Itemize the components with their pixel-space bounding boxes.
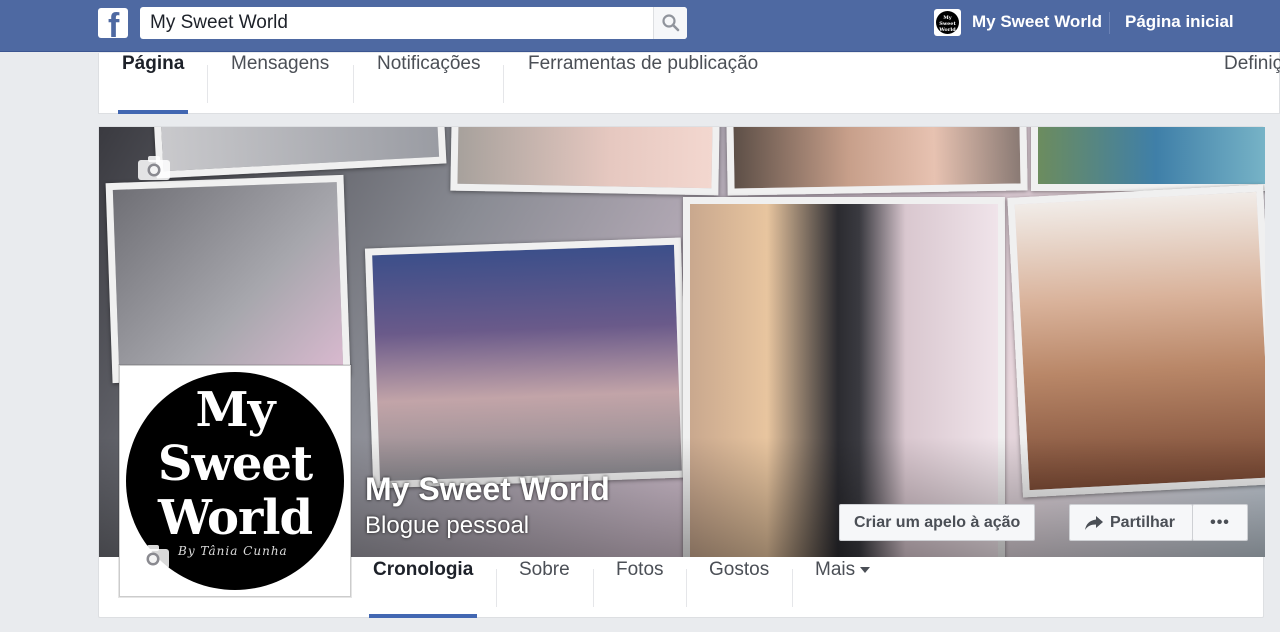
logo-text: Sweet bbox=[157, 436, 313, 492]
page-title: My Sweet World bbox=[365, 471, 610, 507]
divider bbox=[686, 569, 687, 607]
search-icon bbox=[662, 14, 680, 32]
page-admin-tabs: Página Mensagens Notificações Ferramenta… bbox=[98, 53, 1280, 114]
more-options-button[interactable]: ••• bbox=[1192, 504, 1248, 541]
tab-mais[interactable]: Mais bbox=[815, 559, 871, 617]
search-box bbox=[140, 7, 687, 39]
tab-gostos[interactable]: Gostos bbox=[709, 559, 769, 617]
divider bbox=[1109, 12, 1110, 34]
search-input[interactable] bbox=[140, 7, 650, 39]
collage-photo bbox=[105, 174, 351, 384]
tab-mais-label: Mais bbox=[815, 559, 856, 580]
tab-notificacoes[interactable]: Notificações bbox=[377, 53, 481, 113]
tab-fotos[interactable]: Fotos bbox=[616, 559, 664, 617]
camera-icon[interactable] bbox=[137, 155, 171, 181]
tab-mensagens[interactable]: Mensagens bbox=[231, 53, 329, 113]
page-header: My Sweet World Blogue pessoal Criar um a… bbox=[98, 126, 1265, 618]
collage-photo bbox=[726, 127, 1028, 196]
tab-pagina[interactable]: Página bbox=[117, 53, 189, 114]
tab-sobre[interactable]: Sobre bbox=[519, 559, 570, 617]
logo-signature: By Tânia Cunha bbox=[178, 544, 288, 558]
page-category: Blogue pessoal bbox=[365, 512, 530, 539]
divider bbox=[496, 569, 497, 607]
tab-definicoes[interactable]: Definiç bbox=[1224, 53, 1280, 113]
page-name-link[interactable]: My Sweet World bbox=[972, 12, 1102, 32]
divider bbox=[593, 569, 594, 607]
top-navigation-bar: f MySweetWorld My Sweet World Página ini… bbox=[0, 0, 1280, 52]
facebook-logo-icon[interactable]: f bbox=[98, 8, 128, 38]
page-avatar[interactable]: My Sweet World bbox=[934, 9, 961, 36]
divider bbox=[353, 65, 354, 103]
search-button[interactable] bbox=[653, 7, 687, 39]
caret-down-icon bbox=[860, 566, 871, 573]
create-call-to-action-button[interactable]: Criar um apelo à ação bbox=[839, 504, 1036, 541]
share-arrow-icon bbox=[1085, 516, 1103, 530]
divider bbox=[792, 569, 793, 607]
logo-text: World bbox=[157, 490, 313, 546]
logo-text: My bbox=[195, 382, 275, 438]
camera-icon[interactable] bbox=[136, 544, 170, 570]
home-link[interactable]: Página inicial bbox=[1125, 12, 1234, 32]
profile-picture[interactable]: My Sweet World By Tânia Cunha bbox=[119, 365, 351, 597]
collage-photo bbox=[450, 127, 720, 196]
share-button[interactable]: Partilhar bbox=[1069, 504, 1193, 541]
divider bbox=[503, 65, 504, 103]
tab-cronologia[interactable]: Cronologia bbox=[368, 559, 478, 618]
divider bbox=[207, 65, 208, 103]
share-label: Partilhar bbox=[1110, 514, 1175, 531]
tab-ferramentas-publicacao[interactable]: Ferramentas de publicação bbox=[528, 53, 758, 113]
collage-photo bbox=[1031, 127, 1265, 191]
